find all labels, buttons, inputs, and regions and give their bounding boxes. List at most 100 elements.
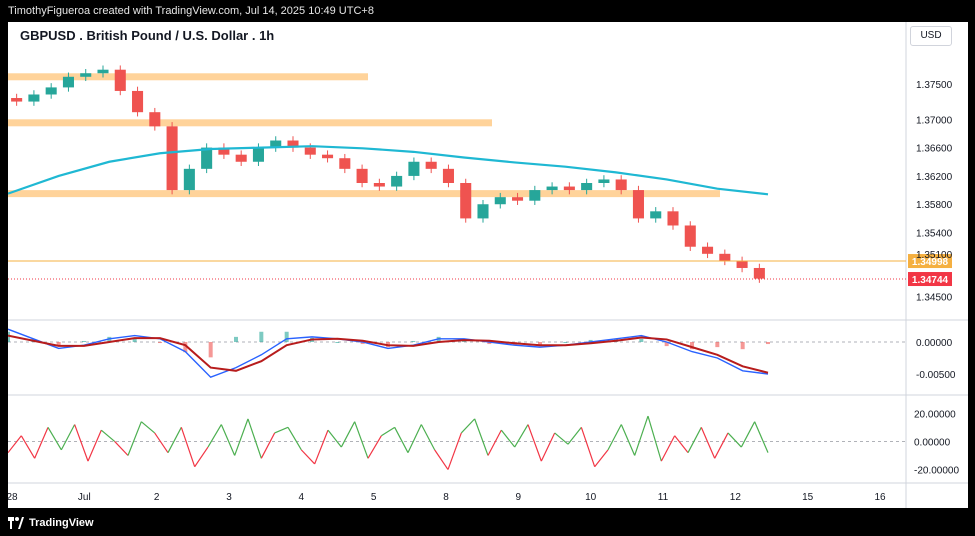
oscillator-segment xyxy=(367,435,382,459)
candle-body xyxy=(97,69,109,74)
candle-body xyxy=(11,98,23,102)
candle-body xyxy=(183,168,195,191)
oscillator-segment xyxy=(47,427,62,451)
candle-body xyxy=(356,168,368,183)
time-tick-label: 11 xyxy=(658,492,669,503)
time-tick-label: 9 xyxy=(516,492,522,503)
time-axis: 28 Jul 2 3 4 5 8 9 10 11 12 15 16 xyxy=(8,492,886,503)
price-tick-label: 1.34500 xyxy=(916,292,953,303)
candle-body xyxy=(563,186,575,191)
oscillator-segment xyxy=(660,435,676,462)
currency-button[interactable]: USD xyxy=(910,26,952,46)
oscillator-segment xyxy=(340,421,356,448)
candle-body xyxy=(581,183,593,191)
macd-histogram-bar xyxy=(639,338,644,342)
price-tick-label: 1.37500 xyxy=(916,80,953,91)
oscillator-segment xyxy=(180,427,196,467)
time-tick-label: 4 xyxy=(299,492,305,503)
candle-body xyxy=(408,161,420,176)
macd-line xyxy=(8,328,769,379)
oscillator-segment xyxy=(20,435,36,459)
oscillator-segment xyxy=(434,449,449,470)
macd-pane xyxy=(8,328,906,379)
oscillator-segment xyxy=(754,421,769,453)
oscillator-segment xyxy=(740,421,756,448)
time-tick-label: Jul xyxy=(78,492,91,503)
bottom-bar: TradingView xyxy=(0,508,975,536)
candle-body xyxy=(753,267,765,279)
candle-body xyxy=(373,183,385,187)
candle-body xyxy=(546,186,558,191)
price-tick-label: 1.36200 xyxy=(916,172,953,183)
oscillator-segment xyxy=(114,440,129,456)
candle-body xyxy=(667,211,679,226)
time-tick-label: 28 xyxy=(8,492,18,503)
candle-body xyxy=(460,183,472,219)
macd-histogram-bar xyxy=(740,342,745,350)
oscillator-segment xyxy=(74,424,89,462)
oscillator-segment xyxy=(620,424,636,456)
oscillator-segment xyxy=(580,427,596,467)
time-tick-label: 2 xyxy=(154,492,160,503)
time-tick-label: 12 xyxy=(730,492,742,503)
oscillator-segment xyxy=(487,429,502,456)
oscillator-segment xyxy=(127,421,142,456)
chart-svg[interactable]: 1.349981.34744 1.37500 1.37000 1.36600 1.36… xyxy=(8,22,968,508)
candle-body xyxy=(235,154,247,162)
oscillator-segment xyxy=(274,426,289,434)
candle-body xyxy=(252,147,264,162)
oscillator-segment xyxy=(647,415,662,462)
macd-histogram-bar xyxy=(234,336,238,342)
candle-body xyxy=(425,161,437,169)
zone-band xyxy=(8,119,492,127)
oscillator-segment xyxy=(540,432,556,462)
candle-body xyxy=(650,211,662,219)
oscillator-segment xyxy=(300,449,316,465)
macd-histogram-bar xyxy=(208,342,213,358)
oscillator-segment xyxy=(167,427,182,453)
time-tick-label: 3 xyxy=(226,492,232,503)
macd-histogram-bar xyxy=(766,342,770,345)
time-tick-label: 10 xyxy=(585,492,597,503)
oscillator-segment xyxy=(194,446,209,468)
oscillator-segment xyxy=(140,421,156,434)
candle-body xyxy=(512,197,524,201)
zone-band xyxy=(8,73,368,81)
time-tick-label: 8 xyxy=(443,492,449,503)
candle-body xyxy=(80,73,92,77)
oscillator-segment xyxy=(594,449,609,468)
oscillator-segment xyxy=(407,424,422,453)
oscillator-segment xyxy=(381,426,395,437)
oscillator-tick-label: 20.00000 xyxy=(914,409,956,420)
candle-body xyxy=(684,225,696,247)
macd-histogram-bar xyxy=(259,331,264,342)
chart-title: GBPUSD . British Pound / U.S. Dollar . 1… xyxy=(20,28,275,43)
oscillator-segment xyxy=(687,427,702,453)
candle-body xyxy=(339,158,351,169)
zone-band xyxy=(8,190,720,198)
price-levels: 1.349981.34744 xyxy=(8,254,952,287)
macd-tick-label: 0.00000 xyxy=(916,338,953,349)
oscillator-segment xyxy=(314,429,329,465)
signal-line xyxy=(8,334,769,374)
price-tick-label: 1.35800 xyxy=(916,200,953,211)
oscillator-segment xyxy=(527,424,542,462)
oscillator-segment xyxy=(714,432,729,459)
oscillator-segment xyxy=(460,418,476,434)
oscillator-segment xyxy=(100,429,116,442)
candle-body xyxy=(28,94,40,102)
oscillator-segment xyxy=(394,427,409,453)
candle-body xyxy=(114,69,126,91)
oscillator-segment xyxy=(634,415,649,456)
oscillator-segment xyxy=(87,429,102,462)
oscillator-segment xyxy=(8,435,22,454)
candle-body xyxy=(477,204,489,219)
chart-area[interactable]: 1.34998 1.34744 1.37500 1.37000 1.36600 1.36… xyxy=(8,22,968,508)
time-tick-label: 15 xyxy=(802,492,814,503)
macd-tick-label: -0.00500 xyxy=(916,370,956,381)
oscillator-pane xyxy=(8,415,906,470)
oscillator-segment xyxy=(674,435,689,454)
oscillator-segment xyxy=(354,421,369,459)
price-tick-label: 1.35100 xyxy=(916,250,953,261)
oscillator-segment xyxy=(554,432,569,445)
